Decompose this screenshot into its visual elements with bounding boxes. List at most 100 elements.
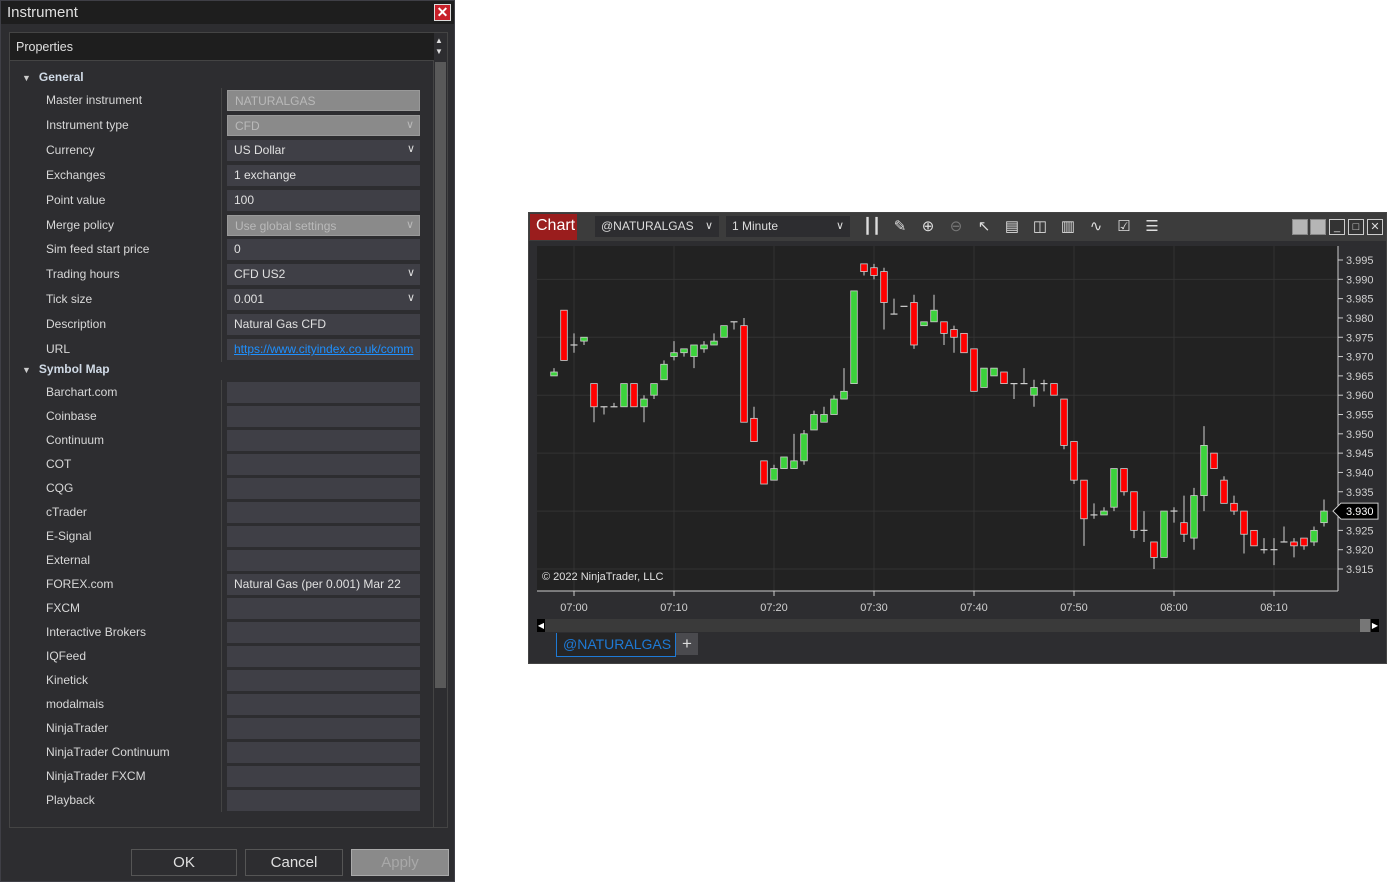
price-tick-label: 3.935 [1346, 487, 1374, 499]
candle-body [780, 456, 788, 469]
zoom-out-icon[interactable]: ⊖ [946, 217, 966, 237]
property-input[interactable] [227, 405, 420, 427]
property-input[interactable] [227, 693, 420, 715]
interval-selector[interactable]: 1 Minute ∨ [726, 216, 850, 237]
drawing-tool-icon[interactable]: ✎ [890, 217, 910, 237]
property-dropdown[interactable]: US Dollar ∨ [227, 139, 420, 161]
minimize-icon[interactable]: _ [1329, 219, 1345, 235]
property-label: cTrader [46, 504, 87, 519]
property-input[interactable] [227, 741, 420, 763]
collapse-triangle-icon[interactable]: ▼ [22, 73, 31, 83]
property-input[interactable] [227, 789, 420, 811]
property-label: IQFeed [46, 648, 87, 663]
ok-button[interactable]: OK [131, 849, 237, 876]
url-link[interactable]: https://www.cityindex.co.uk/comm [234, 342, 413, 356]
property-dropdown[interactable]: Use global settings ∨ [227, 214, 420, 236]
property-input[interactable] [227, 381, 420, 403]
field-value: Use global settings [235, 218, 337, 233]
candle-body [710, 340, 718, 346]
candle-body [910, 302, 918, 346]
data-box-icon[interactable]: ▤ [1002, 217, 1022, 237]
candle-body [1120, 468, 1128, 493]
property-input[interactable] [227, 645, 420, 667]
maximize-icon[interactable]: □ [1348, 219, 1364, 235]
property-input[interactable]: 0 [227, 239, 420, 261]
close-icon[interactable]: ✕ [434, 4, 451, 21]
properties-icon[interactable]: ☑ [1114, 217, 1134, 237]
templates-icon[interactable]: ☰ [1142, 217, 1162, 237]
property-row: Coinbase [10, 404, 430, 428]
property-row: External [10, 548, 430, 572]
property-input[interactable] [227, 717, 420, 739]
vertical-scrollbar[interactable] [433, 61, 446, 827]
price-tick-label: 3.955 [1346, 410, 1374, 422]
scrollbar-thumb[interactable] [435, 62, 446, 688]
property-label: External [46, 552, 91, 567]
chevron-down-icon: ∨ [405, 118, 414, 131]
property-row: cTrader [10, 500, 430, 524]
properties-header: Properties [10, 33, 434, 61]
candle-body [560, 309, 568, 361]
close-icon[interactable]: ✕ [1367, 219, 1383, 235]
candle-body [790, 460, 798, 469]
field-value: Natural Gas CFD [234, 317, 327, 332]
property-input[interactable] [227, 597, 420, 619]
candle-body [750, 417, 758, 442]
apply-button[interactable]: Apply [351, 849, 449, 876]
property-row: Sim feed start price 0 [10, 237, 430, 261]
property-dropdown[interactable]: 0.001 ∨ [227, 289, 420, 311]
cancel-button[interactable]: Cancel [245, 849, 343, 876]
property-label: CQG [46, 480, 74, 495]
indicators-icon[interactable]: ▥ [1058, 217, 1078, 237]
candle-body [1160, 510, 1168, 558]
scroll-up-icon[interactable]: ▲ [434, 36, 444, 46]
property-input[interactable]: Natural Gas (per 0.001) Mar 22 [227, 573, 420, 595]
property-input[interactable]: NATURALGAS [227, 90, 420, 111]
zoom-in-icon[interactable]: ⊕ [918, 217, 938, 237]
scroll-down-icon[interactable]: ▼ [434, 47, 444, 57]
tile-left-icon[interactable] [1292, 219, 1308, 235]
property-input[interactable]: 100 [227, 189, 420, 211]
property-dropdown[interactable]: CFD ∨ [227, 114, 420, 136]
property-input[interactable] [227, 765, 420, 787]
category-general[interactable]: ▼ General [22, 70, 84, 84]
property-input[interactable] [227, 453, 420, 475]
pointer-icon[interactable]: ↖ [974, 217, 994, 237]
scroll-right-icon[interactable]: ▶ [1371, 619, 1379, 632]
add-tab-button[interactable]: + [676, 633, 698, 655]
candle-body [820, 414, 828, 423]
bar-type-icon[interactable]: ┃┃ [862, 217, 882, 237]
property-input[interactable]: 1 exchange [227, 164, 420, 186]
category-symbol-map[interactable]: ▼ Symbol Map [22, 362, 110, 376]
candle-body [1210, 452, 1218, 469]
candle-body [680, 348, 688, 354]
property-input[interactable] [227, 501, 420, 523]
interval-value: 1 Minute [732, 219, 779, 233]
tab-naturalgas[interactable]: @NATURALGAS [556, 633, 676, 657]
property-input[interactable] [227, 429, 420, 451]
property-input[interactable]: Natural Gas CFD [227, 314, 420, 336]
property-input[interactable] [227, 477, 420, 499]
property-input[interactable] [227, 669, 420, 691]
chart-trader-icon[interactable]: ◫ [1030, 217, 1050, 237]
price-chart[interactable]: 3.995 3.990 3.985 3.980 3.975 3.970 3.965 3.960… [529, 241, 1387, 619]
scroll-left-icon[interactable]: ◀ [537, 619, 545, 632]
property-input[interactable]: https://www.cityindex.co.uk/comm [227, 339, 420, 360]
candle-body [940, 321, 948, 334]
instrument-selector[interactable]: @NATURALGAS ∨ [595, 216, 719, 237]
property-input[interactable] [227, 525, 420, 547]
property-input[interactable] [227, 621, 420, 643]
candle-body [650, 383, 658, 396]
collapse-triangle-icon[interactable]: ▼ [22, 365, 31, 375]
strategies-icon[interactable]: ∿ [1086, 217, 1106, 237]
candle-body [1290, 541, 1298, 547]
scrollbar-thumb[interactable] [1360, 619, 1370, 632]
property-label: NinjaTrader FXCM [46, 768, 146, 783]
property-dropdown[interactable]: CFD US2 ∨ [227, 264, 420, 286]
horizontal-scrollbar[interactable]: ◀ ▶ [537, 619, 1379, 632]
field-value: CFD [235, 118, 260, 133]
time-tick-label: 07:40 [960, 602, 988, 614]
property-input[interactable] [227, 549, 420, 571]
tile-right-icon[interactable] [1310, 219, 1326, 235]
time-tick-label: 07:30 [860, 602, 888, 614]
